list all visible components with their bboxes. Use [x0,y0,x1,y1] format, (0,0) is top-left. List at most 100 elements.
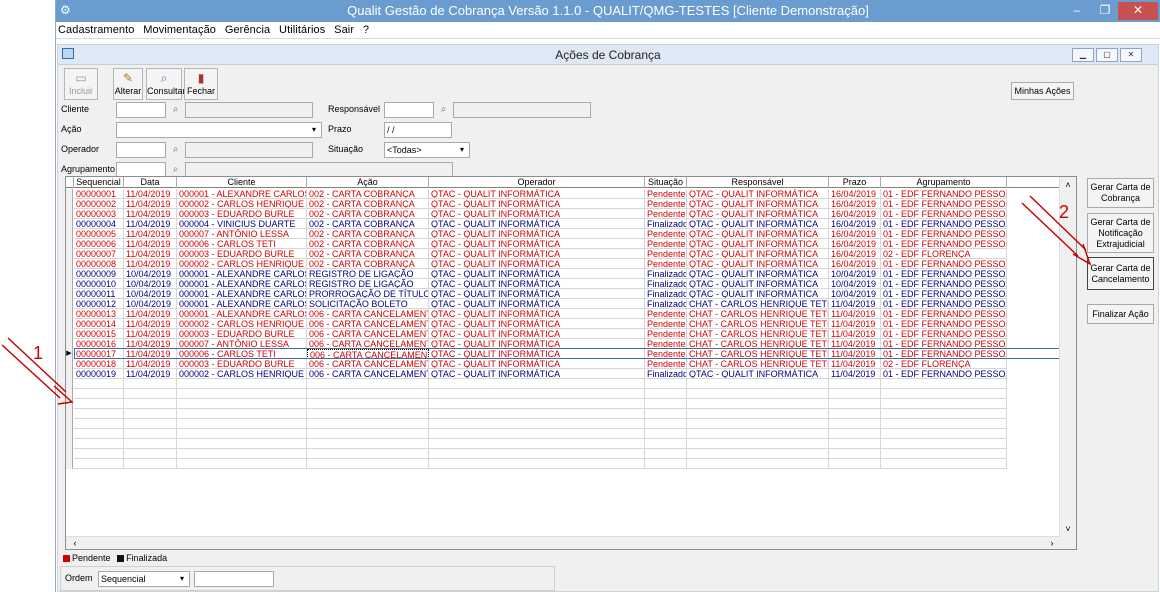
row-indicator[interactable] [66,189,73,199]
menu-movimentacao[interactable]: Movimentação [141,22,220,36]
row-indicator[interactable] [66,399,73,409]
operador-search-icon[interactable]: ⌕ [168,143,183,157]
table-row[interactable]: 00000003 11/04/2019 000003 - EDUARDO BURLE… [66,209,1076,219]
row-indicator[interactable] [66,289,73,299]
table-row[interactable]: 00000004 11/04/2019 000004 - VINICIUS DUAR… [66,219,1076,229]
minimize-button[interactable]: – [1064,2,1090,20]
table-row[interactable]: 00000015 11/04/2019 000003 - EDUARDO BURLE… [66,329,1076,339]
ordem-search-input[interactable] [194,571,274,587]
acoes-grid[interactable]: Sequencial Data Cliente Ação Operador Situaçã… [65,176,1077,550]
scroll-up-icon[interactable]: ˄ [1060,177,1076,193]
menu-sair[interactable]: Sair [332,22,358,36]
table-row[interactable]: 00000012 10/04/2019 000001 - ALEXANDRE CAR… [66,299,1076,309]
cliente-code-input[interactable] [116,102,166,118]
gerar-carta-cobranca-button[interactable]: Gerar Carta de Cobrança [1087,178,1154,208]
situacao-select[interactable]: <Todas> ▾ [384,142,470,158]
table-row[interactable]: 00000008 11/04/2019 000002 - CARLOS HENRIQ… [66,259,1076,269]
table-row[interactable] [66,439,1076,449]
table-row[interactable] [66,419,1076,429]
row-indicator[interactable] [66,459,73,469]
row-indicator[interactable] [66,329,73,339]
table-row[interactable]: 00000010 10/04/2019 000001 - ALEXANDRE CAR… [66,279,1076,289]
incluir-button[interactable]: ▭ Incluir [64,68,98,100]
table-row[interactable] [66,459,1076,469]
table-row[interactable]: 00000019 11/04/2019 000002 - CARLOS HENRIQ… [66,369,1076,379]
row-indicator[interactable] [66,449,73,459]
row-indicator[interactable] [66,239,73,249]
table-row[interactable]: 00000009 10/04/2019 000001 - ALEXANDRE CAR… [66,269,1076,279]
finalizar-acao-button[interactable]: Finalizar Ação [1087,304,1154,324]
scroll-right-icon[interactable]: › [1045,537,1059,549]
child-minimize-button[interactable]: ▁ [1072,48,1094,62]
gerar-carta-cancelamento-button[interactable]: Gerar Carta de Cancelamento [1087,257,1154,290]
table-row[interactable]: 00000013 11/04/2019 000001 - ALEXANDRE CAR… [66,309,1076,319]
table-row[interactable]: 00000014 11/04/2019 000002 - CARLOS HENRIQ… [66,319,1076,329]
table-row[interactable]: 00000007 11/04/2019 000003 - EDUARDO BURLE… [66,249,1076,259]
column-header[interactable]: Data [124,177,177,188]
column-header[interactable]: Situação [645,177,687,188]
table-row[interactable] [66,379,1076,389]
row-indicator[interactable] [66,259,73,269]
table-row[interactable]: 00000001 11/04/2019 000001 - ALEXANDRE CAR… [66,189,1076,199]
menu-cadastramento[interactable]: Cadastramento [56,22,139,36]
row-indicator[interactable] [66,309,73,319]
scroll-down-icon[interactable]: ˅ [1060,521,1076,537]
row-indicator[interactable] [66,379,73,389]
table-row[interactable]: 00000016 11/04/2019 000007 - ANTÔNIO LESSA… [66,339,1076,349]
restore-button[interactable]: ❐ [1092,2,1118,20]
minhas-acoes-button[interactable]: Minhas Ações [1011,82,1074,100]
responsavel-code-input[interactable] [384,102,434,118]
column-header[interactable]: Operador [429,177,645,188]
row-indicator[interactable] [66,199,73,209]
column-header[interactable]: Cliente [177,177,307,188]
table-row[interactable] [66,409,1076,419]
acao-select[interactable]: ▾ [116,122,322,138]
gerar-carta-notificacao-button[interactable]: Gerar Carta de Notificação Extrajudicial [1087,213,1154,253]
row-indicator[interactable] [66,219,73,229]
menu-help[interactable]: ? [361,22,373,36]
agrupamento-search-icon[interactable]: ⌕ [168,163,183,177]
row-indicator[interactable] [66,369,73,379]
ordem-select[interactable]: Sequencial ▾ [98,571,190,587]
child-close-button[interactable]: ✕ [1120,48,1142,62]
table-row[interactable] [66,389,1076,399]
column-header[interactable]: Prazo [829,177,881,188]
table-row[interactable]: 00000006 11/04/2019 000006 - CARLOS TETI 00… [66,239,1076,249]
column-header[interactable]: Agrupamento [881,177,1007,188]
row-indicator[interactable] [66,209,73,219]
row-indicator[interactable] [66,279,73,289]
vertical-scrollbar[interactable]: ˄ ˅ [1059,177,1076,549]
fechar-button[interactable]: ▮ Fechar [184,68,218,100]
scroll-left-icon[interactable]: ‹ [68,537,82,549]
row-indicator[interactable] [66,389,73,399]
row-indicator[interactable] [66,269,73,279]
close-button[interactable]: ✕ [1118,2,1158,20]
cliente-search-icon[interactable]: ⌕ [168,103,183,117]
row-indicator[interactable] [66,439,73,449]
row-indicator[interactable]: ▶ [66,349,73,359]
row-indicator[interactable] [66,419,73,429]
table-row[interactable] [66,399,1076,409]
child-maximize-button[interactable]: ▢ [1096,48,1118,62]
consultar-button[interactable]: ⌕ Consultar [146,68,186,100]
table-row[interactable] [66,449,1076,459]
table-row[interactable]: 00000002 11/04/2019 000002 - CARLOS HENRIQ… [66,199,1076,209]
table-row[interactable]: 00000018 11/04/2019 000003 - EDUARDO BURLE… [66,359,1076,369]
column-header[interactable]: Responsável [687,177,829,188]
row-indicator[interactable] [66,409,73,419]
row-indicator[interactable] [66,319,73,329]
column-header[interactable]: Ação [307,177,429,188]
row-indicator[interactable] [66,229,73,239]
alterar-button[interactable]: ✎ Alterar [113,68,143,100]
column-header[interactable]: Sequencial [74,177,124,188]
table-row[interactable]: 00000005 11/04/2019 000007 - ANTÔNIO LESSA… [66,229,1076,239]
row-indicator[interactable] [66,429,73,439]
responsavel-search-icon[interactable]: ⌕ [436,103,451,117]
table-row[interactable]: ▶ 00000017 11/04/2019 000006 - CARLOS TETI 0… [66,348,1076,359]
row-indicator[interactable] [66,249,73,259]
row-indicator[interactable] [66,339,73,349]
operador-code-input[interactable] [116,142,166,158]
prazo-input[interactable]: / / [384,122,452,138]
table-row[interactable]: 00000011 10/04/2019 000001 - ALEXANDRE CAR… [66,289,1076,299]
menu-gerencia[interactable]: Gerência [223,22,274,36]
